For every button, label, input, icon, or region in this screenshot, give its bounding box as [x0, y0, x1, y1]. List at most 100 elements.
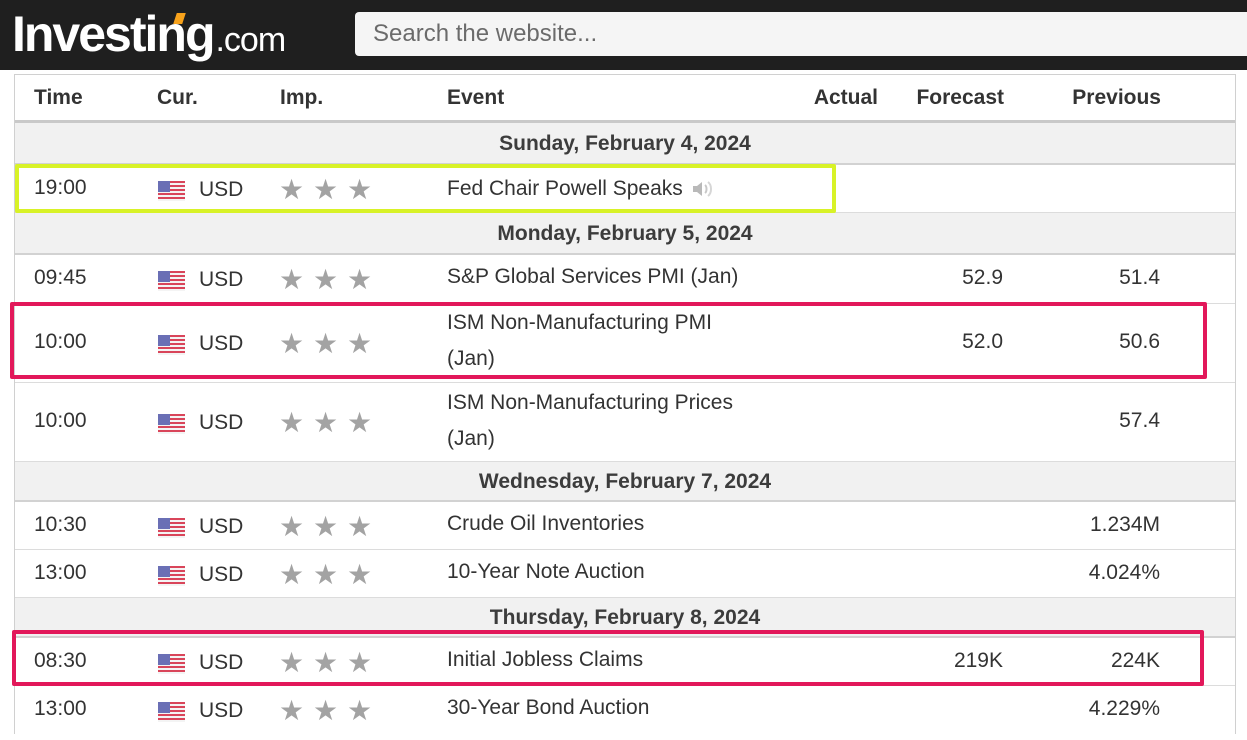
- star-icon: ★: [347, 647, 373, 678]
- table-row[interactable]: 10:00 USD ★ ★ ★ ISM Non-Manufacturing PMI …: [15, 304, 1235, 383]
- importance-stars: ★ ★ ★: [279, 647, 373, 678]
- table-row[interactable]: 08:30 USD ★ ★ ★ Initial Jobless Claims 219…: [15, 638, 1235, 686]
- star-icon: ★: [279, 174, 305, 205]
- logo-suffix: .com: [215, 21, 286, 59]
- day-header: Thursday, February 8, 2024: [15, 598, 1235, 638]
- event-currency: USD: [199, 178, 244, 201]
- us-flag-icon: [158, 566, 185, 586]
- us-flag-icon: [158, 335, 185, 355]
- star-icon: ★: [313, 407, 339, 438]
- event-name: Fed Chair Powell Speaks: [447, 177, 683, 200]
- event-forecast: 52.0: [962, 330, 1003, 353]
- column-header-currency[interactable]: Cur.: [157, 75, 198, 121]
- star-icon: ★: [347, 264, 373, 295]
- event-name-line: (Jan): [447, 427, 495, 450]
- event-name[interactable]: 30-Year Bond Auction: [447, 690, 787, 726]
- event-name[interactable]: Crude Oil Inventories: [447, 506, 787, 542]
- table-row[interactable]: 10:30 USD ★ ★ ★ Crude Oil Inventories 1.23…: [15, 502, 1235, 550]
- column-header-importance[interactable]: Imp.: [280, 75, 323, 121]
- event-previous: 50.6: [1119, 330, 1160, 353]
- star-icon: ★: [279, 559, 305, 590]
- us-flag-icon: [158, 271, 185, 291]
- table-row[interactable]: 09:45 USD ★ ★ ★ S&P Global Services PMI (J…: [15, 255, 1235, 304]
- column-header-forecast[interactable]: Forecast: [916, 75, 1004, 121]
- importance-stars: ★ ★ ★: [279, 559, 373, 590]
- star-icon: ★: [347, 559, 373, 590]
- event-name-link[interactable]: Fed Chair Powell Speaks: [447, 171, 787, 207]
- event-name[interactable]: ISM Non-Manufacturing PMI (Jan): [447, 305, 787, 377]
- event-name[interactable]: ISM Non-Manufacturing Prices (Jan): [447, 385, 787, 457]
- event-currency: USD: [199, 699, 244, 722]
- column-header-actual[interactable]: Actual: [814, 75, 878, 121]
- day-header: Sunday, February 4, 2024: [15, 123, 1235, 165]
- event-currency: USD: [199, 563, 244, 586]
- event-currency: USD: [199, 411, 244, 434]
- column-header-event[interactable]: Event: [447, 75, 504, 121]
- us-flag-icon: [158, 414, 185, 434]
- star-icon: ★: [347, 511, 373, 542]
- column-header-time[interactable]: Time: [34, 75, 83, 121]
- star-icon: ★: [313, 559, 339, 590]
- table-row[interactable]: 19:00 USD ★ ★ ★ Fed Chair Powell Speaks: [15, 165, 1235, 213]
- us-flag-icon: [158, 518, 185, 538]
- star-icon: ★: [347, 328, 373, 359]
- event-time: 19:00: [34, 176, 87, 199]
- event-previous: 1.234M: [1089, 513, 1160, 536]
- importance-stars: ★ ★ ★: [279, 264, 373, 295]
- us-flag-icon: [158, 702, 185, 722]
- us-flag-icon: [158, 654, 185, 674]
- event-currency: USD: [199, 332, 244, 355]
- star-icon: ★: [347, 174, 373, 205]
- investing-logo[interactable]: Investing .com: [12, 4, 286, 64]
- event-time: 13:00: [34, 697, 87, 720]
- event-currency: USD: [199, 515, 244, 538]
- economic-calendar-table: Time Cur. Imp. Event Actual Forecast Pre…: [14, 74, 1236, 734]
- event-previous: 51.4: [1119, 266, 1160, 289]
- day-header: Wednesday, February 7, 2024: [15, 462, 1235, 502]
- event-name-line: ISM Non-Manufacturing Prices: [447, 391, 733, 414]
- star-icon: ★: [279, 328, 305, 359]
- day-header: Monday, February 5, 2024: [15, 213, 1235, 255]
- importance-stars: ★ ★ ★: [279, 695, 373, 726]
- event-forecast: 219K: [953, 649, 1003, 672]
- event-name[interactable]: Initial Jobless Claims: [447, 642, 787, 678]
- event-previous: 4.024%: [1088, 561, 1160, 584]
- event-forecast: 52.9: [962, 266, 1003, 289]
- star-icon: ★: [313, 174, 339, 205]
- star-icon: ★: [313, 695, 339, 726]
- event-previous: 4.229%: [1088, 697, 1160, 720]
- star-icon: ★: [279, 647, 305, 678]
- event-time: 10:00: [34, 330, 87, 353]
- table-row[interactable]: 13:00 USD ★ ★ ★ 10-Year Note Auction 4.024…: [15, 550, 1235, 598]
- event-name[interactable]: S&P Global Services PMI (Jan): [447, 259, 787, 295]
- event-name-line: ISM Non-Manufacturing PMI: [447, 311, 712, 334]
- event-time: 10:30: [34, 513, 87, 536]
- star-icon: ★: [313, 328, 339, 359]
- site-header: Investing .com: [0, 0, 1247, 70]
- event-name-line: (Jan): [447, 347, 495, 370]
- star-icon: ★: [347, 695, 373, 726]
- importance-stars: ★ ★ ★: [279, 407, 373, 438]
- star-icon: ★: [347, 407, 373, 438]
- event-currency: USD: [199, 651, 244, 674]
- table-row[interactable]: 10:00 USD ★ ★ ★ ISM Non-Manufacturing Pric…: [15, 383, 1235, 462]
- importance-stars: ★ ★ ★: [279, 328, 373, 359]
- table-header: Time Cur. Imp. Event Actual Forecast Pre…: [15, 75, 1235, 123]
- star-icon: ★: [279, 511, 305, 542]
- event-previous: 57.4: [1119, 409, 1160, 432]
- event-name[interactable]: 10-Year Note Auction: [447, 554, 787, 590]
- star-icon: ★: [313, 511, 339, 542]
- event-time: 09:45: [34, 266, 87, 289]
- event-time: 10:00: [34, 409, 87, 432]
- star-icon: ★: [279, 695, 305, 726]
- star-icon: ★: [313, 647, 339, 678]
- importance-stars: ★ ★ ★: [279, 511, 373, 542]
- event-previous: 224K: [1110, 649, 1160, 672]
- star-icon: ★: [279, 264, 305, 295]
- table-row[interactable]: 13:00 USD ★ ★ ★ 30-Year Bond Auction 4.229…: [15, 686, 1235, 734]
- us-flag-icon: [158, 181, 185, 201]
- event-time: 13:00: [34, 561, 87, 584]
- column-header-previous[interactable]: Previous: [1072, 75, 1161, 121]
- search-input[interactable]: [355, 12, 1247, 56]
- importance-stars: ★ ★ ★: [279, 174, 373, 205]
